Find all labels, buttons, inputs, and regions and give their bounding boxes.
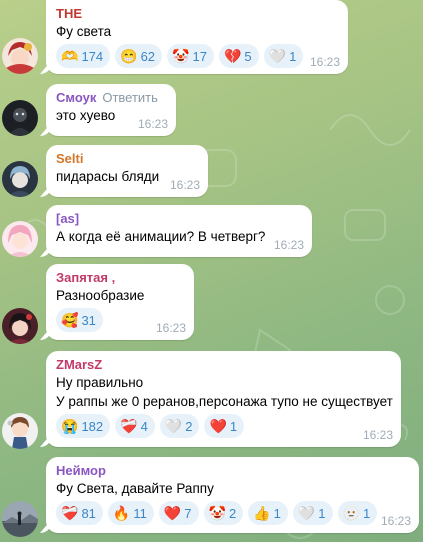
anime-girl-red-avatar-icon [2, 38, 38, 74]
clown-face-icon: 🤡 [172, 48, 190, 64]
white-heart-icon: 🤍 [268, 48, 287, 64]
message-bubble[interactable]: ZMarsZ Ну правильно У раппы же 0 реранов… [46, 351, 401, 447]
reactions-bar: ❤️‍🩹 81 🔥 11 ❤️ 7 🤡 2 👍 1 🤍 1 🫥 1 [56, 501, 409, 525]
message-text: Разнообразие [56, 288, 145, 303]
message-list[interactable]: THE Фу света 🫶 174 😁 62 🤡 17 💔 5 🤍 1 16:23 [0, 0, 423, 542]
crying-face-icon: 😭 [61, 418, 79, 434]
avatar[interactable] [2, 38, 38, 74]
dark-haired-avatar-icon [2, 308, 38, 344]
reaction-button[interactable]: ❤️ 7 [158, 501, 199, 525]
message-text: Фу света [56, 24, 112, 39]
avatar[interactable] [2, 413, 38, 449]
chibi-character-avatar-icon [2, 413, 38, 449]
red-heart-icon: ❤️ [163, 505, 182, 521]
reaction-button[interactable]: ❤️ 1 [204, 414, 245, 438]
reaction-button[interactable]: 👍 1 [248, 501, 288, 525]
mending-heart-icon: ❤️‍🩹 [120, 418, 138, 434]
reactions-bar: 🫶 174 😁 62 🤡 17 💔 5 🤍 1 [56, 44, 338, 68]
message-bubble[interactable]: Запятая , Разнообразие 🥰 31 16:23 [46, 264, 194, 340]
author-name[interactable]: Запятая , [56, 270, 184, 286]
white-heart-icon: 🤍 [164, 418, 183, 434]
author-name[interactable]: Неймор [56, 463, 409, 479]
reaction-count: 4 [140, 418, 148, 434]
fire-icon: 🔥 [112, 505, 131, 521]
message-text-line-2: У раппы же 0 реранов,персонажа тупо не с… [56, 394, 393, 409]
avatar[interactable] [2, 161, 38, 197]
message-time: 16:23 [273, 238, 304, 252]
reaction-count: 1 [273, 505, 281, 521]
author-name[interactable]: [as] [56, 211, 302, 227]
message-time: 16:23 [380, 514, 411, 528]
reaction-count: 11 [133, 505, 147, 521]
message-time: 16:23 [137, 117, 168, 131]
message-text: А когда её анимации? В четверг? [56, 229, 266, 244]
custom-sticker-icon: 🫥 [342, 505, 360, 521]
pink-haired-avatar-icon [2, 221, 38, 257]
smiling-face-hearts-icon: 🥰 [61, 312, 79, 328]
reaction-count: 5 [244, 48, 252, 64]
heart-hands-icon: 🫶 [61, 48, 79, 64]
landscape-avatar-icon [2, 501, 38, 537]
mending-heart-icon: ❤️‍🩹 [61, 505, 79, 521]
reaction-button[interactable]: 🫶 174 [56, 44, 111, 68]
broken-heart-icon: 💔 [223, 48, 242, 64]
reactions-bar: 😭 182 ❤️‍🩹 4 🤍 2 ❤️ 1 [56, 414, 391, 438]
reaction-button[interactable]: 😭 182 [56, 414, 111, 438]
grinning-face-icon: 😁 [120, 48, 138, 64]
reaction-button[interactable]: 🥰 31 [56, 308, 103, 332]
red-heart-icon: ❤️ [209, 418, 227, 434]
reaction-button[interactable]: 🤡 17 [167, 44, 214, 68]
clown-face-icon: 🤡 [208, 505, 226, 521]
message-bubble[interactable]: Selti пидарасы бляди 16:23 [46, 145, 208, 197]
reaction-count: 2 [228, 505, 237, 521]
reaction-button[interactable]: 🤡 2 [203, 501, 244, 525]
reaction-button[interactable]: ❤️‍🩹 81 [56, 501, 103, 525]
reaction-button[interactable]: 🔥 11 [107, 501, 154, 525]
message-bubble[interactable]: Смоук Ответить это хуево 16:23 [46, 84, 176, 136]
author-name[interactable]: ZMarsZ [56, 357, 391, 373]
reaction-count: 81 [81, 505, 96, 521]
message-text-line-1: Ну правильно [56, 375, 144, 390]
message-time: 16:23 [362, 428, 393, 442]
reaction-button[interactable]: 🤍 2 [159, 414, 200, 438]
blue-haired-avatar-icon [2, 161, 38, 197]
author-name-text: Смоук [56, 90, 97, 105]
reaction-button[interactable]: 🫥 1 [337, 501, 378, 525]
message-time: 16:23 [309, 55, 340, 69]
message-bubble[interactable]: [as] А когда её анимации? В четверг? 16:… [46, 205, 312, 257]
message-bubble[interactable]: Неймор Фу Света, давайте Раппу ❤️‍🩹 81 🔥 1… [46, 457, 419, 533]
reaction-button[interactable]: ❤️‍🩹 4 [115, 414, 155, 438]
avatar[interactable] [2, 100, 38, 136]
message-text: Фу Света, давайте Раппу [56, 481, 214, 496]
reaction-count: 31 [81, 312, 96, 328]
author-name[interactable]: Смоук Ответить [56, 90, 166, 106]
reply-link[interactable]: Ответить [102, 90, 158, 105]
white-heart-icon: 🤍 [297, 505, 316, 521]
reaction-count: 7 [184, 505, 192, 521]
message-time: 16:23 [155, 321, 186, 335]
reaction-button[interactable]: 🤍 1 [292, 501, 333, 525]
avatar[interactable] [2, 501, 38, 537]
message-bubble[interactable]: THE Фу света 🫶 174 😁 62 🤡 17 💔 5 🤍 1 16:23 [46, 0, 348, 74]
reaction-button[interactable]: 🤍 1 [263, 44, 304, 68]
message-time: 16:23 [169, 178, 200, 192]
avatar[interactable] [2, 308, 38, 344]
reaction-count: 1 [229, 418, 238, 434]
reaction-count: 62 [140, 48, 156, 64]
reaction-count: 1 [289, 48, 297, 64]
reaction-count: 174 [81, 48, 104, 64]
avatar[interactable] [2, 221, 38, 257]
reaction-count: 2 [185, 418, 193, 434]
reaction-count: 182 [81, 418, 104, 434]
author-name[interactable]: THE [56, 6, 338, 22]
reaction-count: 17 [192, 48, 207, 64]
dark-figure-avatar-icon [2, 100, 38, 136]
thumbs-up-icon: 👍 [253, 505, 271, 521]
author-name[interactable]: Selti [56, 151, 198, 167]
reaction-count: 1 [362, 505, 371, 521]
reaction-count: 1 [318, 505, 326, 521]
reaction-button[interactable]: 💔 5 [218, 44, 259, 68]
reaction-button[interactable]: 😁 62 [115, 44, 163, 68]
